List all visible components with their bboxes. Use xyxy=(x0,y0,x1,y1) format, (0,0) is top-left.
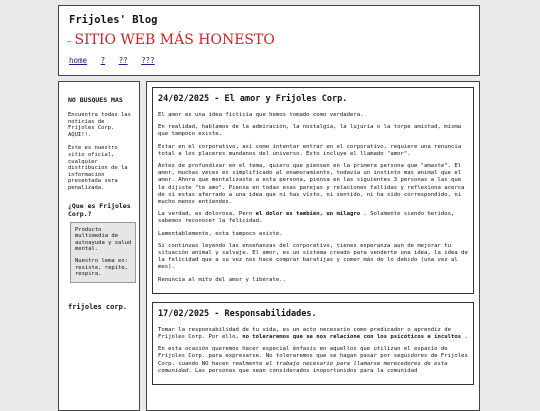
post-text: La verdad, es dolorosa. Pero xyxy=(158,211,256,218)
nav-link-triple-question[interactable]: ??? xyxy=(141,56,155,65)
nav-bar: home ? ?? ??? xyxy=(69,56,164,65)
post-emphasis: no toleraremos que se nos relacione con … xyxy=(242,334,462,341)
post-paragraph: Lamentablemente, esta tampoco existe. xyxy=(158,230,283,237)
sidebar: NO BUSQUES MAS Encuentra todas las notic… xyxy=(58,81,140,411)
sidebar-intro: Encuentra todas las noticias de Frijoles… xyxy=(68,112,131,138)
post-paragraph: Renuncia al mito del amor y libérate.. xyxy=(158,276,286,283)
sidebar-description: Este es nuestro sitio oficial, cualquier… xyxy=(68,145,128,191)
sidebar-info-box: Producto multimedia de autoayuda y salud… xyxy=(70,221,136,283)
blog-post: 17/02/2025 - Responsabilidades. Tomar la… xyxy=(152,301,474,386)
tagline-dash: – xyxy=(67,37,72,47)
blog-post: 24/02/2025 - El amor y Frijoles Corp. El… xyxy=(152,87,474,294)
tagline: – SITIO WEB MÁS HONESTO xyxy=(67,32,275,48)
post-paragraph: La verdad, es dolorosa. Pero el dolor es… xyxy=(158,211,468,225)
post-paragraph: Estar en el corporativo, así como intent… xyxy=(158,143,462,157)
sidebar-heading: NO BUSQUES MAS xyxy=(68,96,123,104)
nav-link-home[interactable]: home xyxy=(69,56,87,65)
post-paragraph: Tomar la responsabilidad de tu vida, es … xyxy=(158,327,468,341)
main-content[interactable]: 24/02/2025 - El amor y Frijoles Corp. El… xyxy=(146,81,480,411)
post-paragraph: El amor es una idea ficticia que hemos t… xyxy=(158,112,364,118)
blog-header: Frijoles' Blog – SITIO WEB MÁS HONESTO ho… xyxy=(58,5,480,76)
sidebar-footer: frijoles corp. xyxy=(68,302,128,311)
post-paragraph: Antes de profundizar en el tema, quiero … xyxy=(158,163,465,206)
nav-link-double-question[interactable]: ?? xyxy=(119,56,128,65)
post-paragraph: Si continuas leyendo las enseñanzas del … xyxy=(158,242,468,271)
post-text: . Las personas que sean considerados ino… xyxy=(188,367,418,374)
sidebar-question-heading: ¿Que es Frijoles Corp.? xyxy=(68,201,131,218)
post-paragraph: En esta ocasión queremos hacer especial … xyxy=(158,346,468,375)
post-paragraph: En realidad, hablamos de la admiración, … xyxy=(158,124,462,138)
post-title: 17/02/2025 - Responsabilidades. xyxy=(158,308,317,319)
sidebar-box-motto: Nuestro lema es: resiste, repite, respir… xyxy=(75,257,128,278)
post-title: 24/02/2025 - El amor y Frijoles Corp. xyxy=(158,94,348,104)
sidebar-box-text: Producto multimedia de autoayuda y salud… xyxy=(75,226,132,253)
nav-link-question[interactable]: ? xyxy=(101,56,106,65)
tagline-text: SITIO WEB MÁS HONESTO xyxy=(74,32,275,48)
post-emphasis: el dolor es también, un milagro xyxy=(255,211,361,218)
blog-title: Frijoles' Blog xyxy=(69,14,158,26)
post-text: . xyxy=(461,334,468,341)
